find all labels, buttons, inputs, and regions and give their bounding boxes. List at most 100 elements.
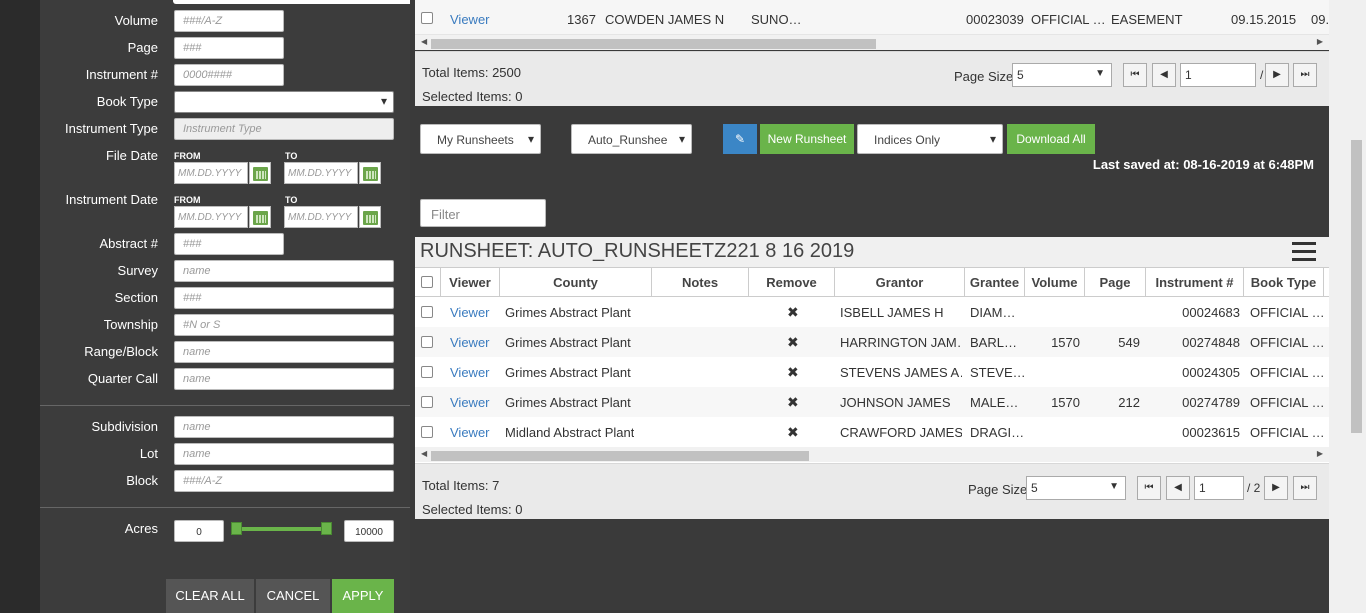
row-checkbox[interactable] bbox=[421, 366, 433, 378]
viewer-link[interactable]: Viewer bbox=[450, 305, 490, 320]
section-input[interactable]: ### bbox=[174, 287, 394, 309]
scroll-right-icon[interactable]: ▶ bbox=[1317, 449, 1323, 458]
divider bbox=[40, 405, 410, 406]
edit-icon[interactable]: ✎ bbox=[723, 124, 757, 154]
abstract-number-label: Abstract # bbox=[99, 236, 158, 251]
viewer-link[interactable]: Viewer bbox=[450, 395, 490, 410]
scroll-right-icon[interactable]: ▶ bbox=[1317, 37, 1323, 46]
column-header[interactable]: Grantee bbox=[965, 268, 1025, 297]
filter-input[interactable]: Filter bbox=[420, 199, 546, 227]
slider-max-handle[interactable] bbox=[321, 522, 332, 535]
remove-icon[interactable]: ✖ bbox=[787, 334, 799, 351]
row-checkbox[interactable] bbox=[421, 306, 433, 318]
quarter-call-input[interactable]: name bbox=[174, 368, 394, 390]
viewer-link[interactable]: Viewer bbox=[450, 425, 490, 440]
new-runsheet-button[interactable]: New Runsheet bbox=[760, 124, 854, 154]
column-header[interactable]: Instrument # bbox=[1146, 268, 1244, 297]
last-page-icon[interactable]: ⏭ bbox=[1293, 476, 1317, 500]
row-checkbox[interactable] bbox=[421, 396, 433, 408]
chevron-down-icon: ▼ bbox=[1095, 68, 1105, 79]
cell: DIAM… bbox=[970, 305, 1016, 320]
column-header[interactable]: Notes bbox=[652, 268, 749, 297]
column-header[interactable]: Book Type bbox=[1244, 268, 1324, 297]
menu-icon[interactable] bbox=[1292, 242, 1316, 262]
book-type-select[interactable] bbox=[174, 91, 394, 113]
prev-page-icon[interactable]: ◀ bbox=[1152, 63, 1176, 87]
my-runsheets-select[interactable]: My Runsheets bbox=[420, 124, 541, 154]
subdivision-input[interactable]: name bbox=[174, 416, 394, 438]
scroll-thumb[interactable] bbox=[431, 451, 809, 461]
horizontal-scrollbar[interactable]: ◀ ▶ bbox=[415, 35, 1329, 50]
page-number-input[interactable]: 1 bbox=[1180, 63, 1256, 87]
column-header[interactable]: Remove bbox=[749, 268, 835, 297]
abstract-number-input[interactable]: ### bbox=[174, 233, 284, 255]
total-items: Total Items: 7 bbox=[422, 478, 500, 493]
instrument-date-from-input[interactable]: MM.DD.YYYY bbox=[174, 206, 248, 228]
table-row: Viewer Grimes Abstract Plant ✖ STEVENS J… bbox=[415, 357, 1329, 387]
calendar-icon[interactable] bbox=[249, 206, 271, 228]
instrument-date-to-input[interactable]: MM.DD.YYYY bbox=[284, 206, 358, 228]
runsheet-select[interactable]: Auto_Runshee bbox=[571, 124, 692, 154]
lot-input[interactable]: name bbox=[174, 443, 394, 465]
indices-select[interactable]: Indices Only bbox=[857, 124, 1003, 154]
row-checkbox[interactable] bbox=[421, 426, 433, 438]
acres-range-slider[interactable] bbox=[233, 527, 327, 531]
column-header[interactable]: Viewer bbox=[441, 268, 500, 297]
block-input[interactable]: ###/A-Z bbox=[174, 470, 394, 492]
slider-min-handle[interactable] bbox=[231, 522, 242, 535]
first-page-icon[interactable]: ⏮ bbox=[1123, 63, 1147, 87]
survey-input[interactable]: name bbox=[174, 260, 394, 282]
download-all-button[interactable]: Download All bbox=[1007, 124, 1095, 154]
page-input[interactable]: ### bbox=[174, 37, 284, 59]
page-number-input[interactable]: 1 bbox=[1194, 476, 1244, 500]
file-date-from-input[interactable]: MM.DD.YYYY bbox=[174, 162, 248, 184]
volume-input[interactable]: ###/A-Z bbox=[174, 10, 284, 32]
calendar-icon[interactable] bbox=[249, 162, 271, 184]
header-select-all[interactable] bbox=[415, 268, 441, 297]
prev-page-icon[interactable]: ◀ bbox=[1166, 476, 1190, 500]
viewer-link[interactable]: Viewer bbox=[450, 12, 490, 27]
remove-icon[interactable]: ✖ bbox=[787, 424, 799, 441]
column-header[interactable]: Grantor bbox=[835, 268, 965, 297]
township-input[interactable]: #N or S bbox=[174, 314, 394, 336]
cell: CRAWFORD JAMES bbox=[840, 425, 962, 440]
remove-icon[interactable]: ✖ bbox=[787, 364, 799, 381]
column-header[interactable]: Volume bbox=[1025, 268, 1085, 297]
select-all-checkbox[interactable] bbox=[421, 276, 433, 288]
apply-button[interactable]: APPLY bbox=[332, 579, 394, 613]
cell: DRAGI… bbox=[970, 425, 1024, 440]
page-scrollbar-thumb[interactable] bbox=[1351, 140, 1362, 433]
cancel-button[interactable]: CANCEL bbox=[256, 579, 330, 613]
last-page-icon[interactable]: ⏭ bbox=[1293, 63, 1317, 87]
next-page-icon[interactable]: ▶ bbox=[1264, 476, 1288, 500]
acres-min-input[interactable]: 0 bbox=[174, 520, 224, 542]
first-page-icon[interactable]: ⏮ bbox=[1137, 476, 1161, 500]
scrolled-input-edge[interactable] bbox=[173, 0, 410, 4]
scroll-thumb[interactable] bbox=[431, 39, 876, 49]
scroll-left-icon[interactable]: ◀ bbox=[421, 449, 427, 458]
scroll-left-icon[interactable]: ◀ bbox=[421, 37, 427, 46]
next-page-icon[interactable]: ▶ bbox=[1265, 63, 1289, 87]
column-header[interactable]: Page bbox=[1085, 268, 1146, 297]
chevron-down-icon: ▼ bbox=[1109, 481, 1119, 492]
range-block-input[interactable]: name bbox=[174, 341, 394, 363]
column-header[interactable]: County bbox=[500, 268, 652, 297]
clear-all-button[interactable]: CLEAR ALL bbox=[166, 579, 254, 613]
horizontal-scrollbar[interactable]: ◀ ▶ bbox=[415, 447, 1329, 462]
instrument-type-input[interactable]: Instrument Type bbox=[174, 118, 394, 140]
page-size-select[interactable]: 5 ▼ bbox=[1026, 476, 1126, 500]
row-checkbox[interactable] bbox=[421, 336, 433, 348]
cell: Midland Abstract Plant bbox=[505, 425, 635, 440]
instrument-number-input[interactable]: 0000#### bbox=[174, 64, 284, 86]
remove-icon[interactable]: ✖ bbox=[787, 394, 799, 411]
viewer-link[interactable]: Viewer bbox=[450, 335, 490, 350]
row-checkbox[interactable] bbox=[421, 12, 433, 24]
remove-icon[interactable]: ✖ bbox=[787, 304, 799, 321]
calendar-icon[interactable] bbox=[359, 206, 381, 228]
cell: STEVENS JAMES A… bbox=[840, 365, 962, 380]
acres-max-input[interactable]: 10000 bbox=[344, 520, 394, 542]
calendar-icon[interactable] bbox=[359, 162, 381, 184]
page-size-select[interactable]: 5 ▼ bbox=[1012, 63, 1112, 87]
file-date-to-input[interactable]: MM.DD.YYYY bbox=[284, 162, 358, 184]
viewer-link[interactable]: Viewer bbox=[450, 365, 490, 380]
